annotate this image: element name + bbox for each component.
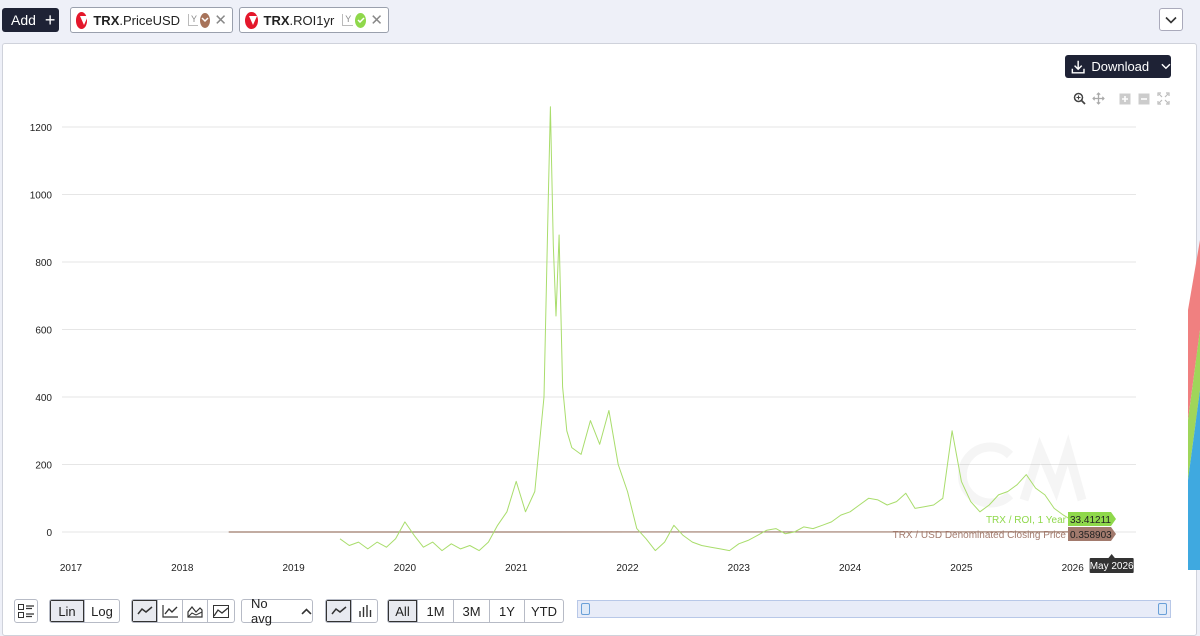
y-tick-label: 1000 — [30, 191, 53, 202]
x-tick-label: 2018 — [171, 563, 194, 574]
range-1m-button[interactable]: 1M — [418, 600, 454, 622]
filled-area-icon — [213, 604, 229, 618]
x-tick-label: 2024 — [839, 563, 862, 574]
line-chart-icon — [330, 606, 346, 615]
range-ytd-button[interactable]: YTD — [525, 600, 563, 622]
x-axis: 2017 2018 2019 2020 2021 2022 2023 2024 2025 2026… — [60, 554, 1134, 574]
series-label-1: TRX / USD Denominated Closing Price 0.358… — [893, 527, 1116, 541]
navigator-left-handle[interactable] — [581, 603, 590, 615]
scale-log-button[interactable]: Log — [85, 600, 119, 622]
range-selector: All 1M 3M 1Y YTD — [387, 599, 564, 623]
chevron-up-icon — [301, 607, 312, 615]
axis-line-icon — [162, 604, 178, 618]
series-layer — [228, 106, 1073, 552]
area-chart-icon — [187, 605, 203, 618]
series-value-labels: TRX / ROI, 1 Year 33.41211TRX / USD Denom… — [893, 512, 1116, 541]
series-name: TRX / USD Denominated Closing Price — [893, 530, 1067, 541]
legend-toggle-button[interactable] — [14, 599, 38, 623]
average-dropdown[interactable]: No avg — [241, 596, 313, 626]
list-icon — [18, 604, 34, 618]
y-tick-label: 200 — [35, 461, 52, 472]
range-all-button[interactable]: All — [388, 600, 418, 622]
y-tick-label: 800 — [35, 258, 52, 269]
crosshair-date-label: May 2026 — [1089, 554, 1134, 573]
bar-chart-icon — [358, 605, 371, 617]
scale-lin-button[interactable]: Lin — [50, 600, 85, 622]
watermark-logo — [957, 434, 1087, 508]
navigator-right-handle[interactable] — [1158, 603, 1167, 615]
series-last-value: 33.41211 — [1070, 515, 1111, 526]
x-tick-label: 2025 — [950, 563, 973, 574]
range-3m-button[interactable]: 3M — [454, 600, 490, 622]
area-style-button[interactable] — [183, 600, 208, 622]
series-name: TRX / ROI, 1 Year — [986, 515, 1067, 526]
x-tick-label: 2020 — [394, 563, 417, 574]
series-last-value: 0.358903 — [1070, 530, 1112, 541]
series-roi-1yr — [339, 106, 1073, 552]
x-tick-label: 2023 — [728, 563, 751, 574]
line-chart[interactable]: 020040060080010001200 2017 2018 2019 2020 20… — [0, 0, 1200, 636]
y-tick-label: 0 — [46, 528, 52, 539]
y-tick-label: 400 — [35, 393, 52, 404]
x-tick-label: 2017 — [60, 563, 83, 574]
bar-type-button[interactable] — [352, 600, 377, 622]
line-chart-icon — [136, 606, 152, 615]
filled-style-button[interactable] — [208, 600, 234, 622]
line-style-button[interactable] — [132, 600, 158, 622]
series-label-0: TRX / ROI, 1 Year 33.41211 — [986, 512, 1116, 526]
y-tick-label: 1200 — [30, 123, 53, 134]
panel-edge-decoration — [1188, 240, 1200, 570]
grid-lines — [62, 126, 1136, 533]
range-1y-button[interactable]: 1Y — [490, 600, 525, 622]
x-tick-label: 2019 — [282, 563, 305, 574]
x-tick-label: 2021 — [505, 563, 528, 574]
axis-line-style-button[interactable] — [158, 600, 183, 622]
scale-toggle: Lin Log — [49, 599, 120, 623]
y-axis: 0 200 400 600 800 1000 1200 — [30, 123, 53, 539]
time-navigator[interactable] — [577, 600, 1171, 618]
svg-text:May 2026: May 2026 — [1090, 561, 1134, 572]
chart-type-toggle — [325, 599, 378, 623]
average-label: No avg — [251, 596, 272, 626]
y-tick-label: 600 — [35, 326, 52, 337]
x-tick-label: 2026 — [1062, 563, 1085, 574]
chart-style-toggle — [131, 599, 235, 623]
x-tick-label: 2022 — [616, 563, 639, 574]
line-type-button[interactable] — [326, 600, 352, 622]
